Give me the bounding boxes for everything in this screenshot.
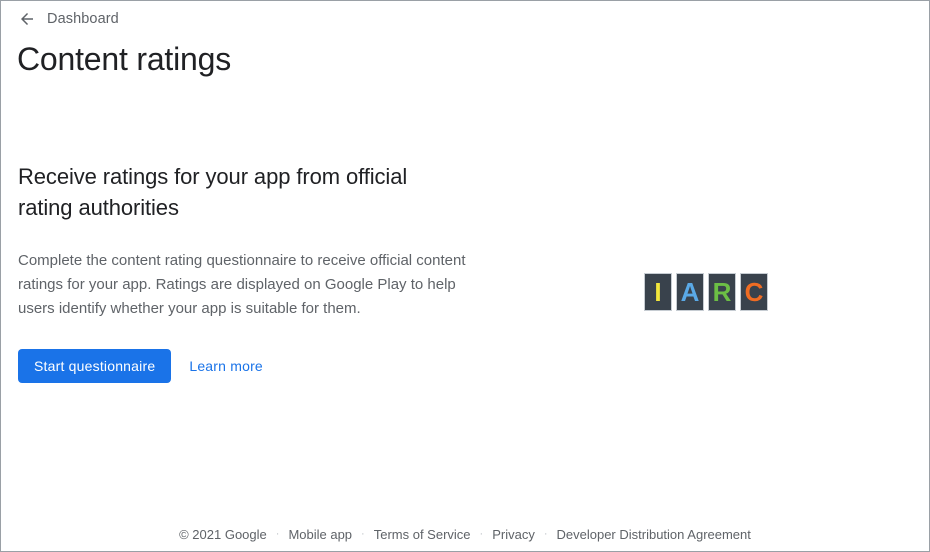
main-content: Receive ratings for your app from offici…	[1, 161, 929, 383]
footer: © 2021 Google · Mobile app · Terms of Servic…	[1, 527, 929, 542]
learn-more-link[interactable]: Learn more	[189, 358, 263, 374]
promo-description: Complete the content rating questionnair…	[18, 252, 466, 317]
footer-item-developer-distribution-agreement[interactable]: Developer Distribution Agreement	[548, 527, 760, 542]
page-title: Content ratings	[17, 41, 232, 77]
promo-illustration-column: IARC	[481, 161, 929, 311]
promo-text-column: Receive ratings for your app from offici…	[1, 161, 481, 383]
footer-item-privacy[interactable]: Privacy	[483, 527, 544, 542]
footer-item-2021-google: © 2021 Google	[179, 527, 267, 542]
start-questionnaire-button[interactable]: Start questionnaire	[18, 349, 172, 383]
iarc-logo: IARC	[644, 273, 768, 311]
back-nav-label: Dashboard	[47, 11, 119, 27]
footer-item-terms-of-service[interactable]: Terms of Service	[365, 527, 480, 542]
arrow-left-icon	[21, 13, 33, 25]
iarc-tile-a: A	[676, 273, 704, 311]
iarc-tile-c: C	[740, 273, 768, 311]
content-ratings-page: Dashboard Content ratings Receive rating…	[0, 0, 930, 552]
iarc-tile-i: I	[644, 273, 672, 311]
footer-item-mobile-app[interactable]: Mobile app	[279, 527, 361, 542]
back-to-dashboard-link[interactable]: Dashboard	[18, 10, 119, 28]
iarc-tile-r: R	[708, 273, 736, 311]
promo-heading: Receive ratings for your app from offici…	[18, 164, 408, 220]
promo-actions: Start questionnaire Learn more	[18, 349, 481, 383]
